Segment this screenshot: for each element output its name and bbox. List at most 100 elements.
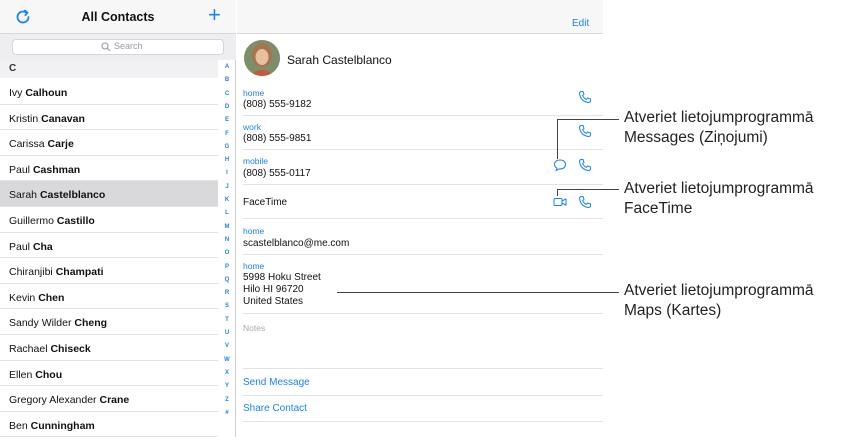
index-letter[interactable]: # xyxy=(219,410,235,416)
notes-field[interactable]: Notes xyxy=(243,323,265,333)
contact-name-label: Kristin Canavan xyxy=(9,113,85,125)
facetime-leader-line xyxy=(557,189,558,196)
index-letter[interactable]: U xyxy=(219,330,235,336)
phone-mobile-number[interactable]: (808) 555-0117 xyxy=(243,168,311,179)
contact-name-label: Kevin Chen xyxy=(9,292,64,304)
index-letter[interactable]: J xyxy=(219,184,235,190)
index-letter[interactable]: T xyxy=(219,317,235,323)
contact-row[interactable]: Ivy Calhoun xyxy=(0,79,218,105)
email-value[interactable]: scastelblanco@me.com xyxy=(243,238,349,249)
contact-row[interactable]: Carissa Carje xyxy=(0,130,218,156)
search-input[interactable]: Search xyxy=(12,39,224,55)
contact-last-name: Canavan xyxy=(41,112,85,125)
index-letter[interactable]: O xyxy=(219,250,235,256)
contact-row[interactable]: Ellen Chou xyxy=(0,361,218,387)
index-letter[interactable]: R xyxy=(219,290,235,296)
add-icon[interactable]: + xyxy=(208,4,221,26)
contact-last-name: Cheng xyxy=(74,317,108,330)
contact-name-label: Ellen Chou xyxy=(9,369,62,381)
phone-icon[interactable] xyxy=(578,124,592,138)
divider xyxy=(243,368,603,369)
contact-row[interactable]: Sandy Wilder Cheng xyxy=(0,309,218,335)
detail-nav-bar: Edit xyxy=(237,0,603,34)
contact-first-name: Kristin xyxy=(9,112,39,125)
contact-row[interactable]: Rachael Chiseck xyxy=(0,335,218,361)
index-letter[interactable]: Z xyxy=(219,397,235,403)
maps-leader-line xyxy=(337,292,619,293)
phone-work-number[interactable]: (808) 555-9851 xyxy=(243,133,311,144)
contact-row[interactable]: Paul Cha xyxy=(0,233,218,259)
index-letter[interactable]: L xyxy=(219,210,235,216)
email-label: home xyxy=(243,226,265,236)
index-letter[interactable]: N xyxy=(219,237,235,243)
contact-first-name: Paul xyxy=(9,163,31,176)
contacts-list-pane: All Contacts + Search C Ivy Calhoun Krist… xyxy=(0,0,236,437)
index-letter[interactable]: I xyxy=(219,170,235,176)
contact-first-name: Kevin xyxy=(9,291,36,304)
address-line2[interactable]: Hilo HI 96720 xyxy=(243,284,304,295)
contact-row[interactable]: Chiranjibi Champati xyxy=(0,258,218,284)
edit-button[interactable]: Edit xyxy=(572,18,589,29)
message-icon[interactable] xyxy=(553,158,567,172)
contact-last-name: Cunningham xyxy=(30,419,95,432)
index-letter[interactable]: S xyxy=(219,303,235,309)
index-letter[interactable]: A xyxy=(219,64,235,70)
ipad-screen: All Contacts + Search C Ivy Calhoun Krist… xyxy=(0,0,603,437)
address-line1[interactable]: 5998 Hoku Street xyxy=(243,272,321,283)
index-letter[interactable]: Q xyxy=(219,277,235,283)
contact-name-label: Paul Cashman xyxy=(9,164,80,176)
divider xyxy=(243,313,603,314)
contact-detail-pane: Edit Sarah Castelblanco home (808) 555-9… xyxy=(237,0,603,437)
contact-name-label: Gregory Alexander Crane xyxy=(9,394,129,406)
phone-icon[interactable] xyxy=(578,158,592,172)
phone-icon[interactable] xyxy=(578,195,592,209)
contact-name-label: Chiranjibi Champati xyxy=(9,266,104,278)
contact-name: Sarah Castelblanco xyxy=(287,53,392,67)
contact-name-label: Ivy Calhoun xyxy=(9,87,67,99)
facetime-leader-line xyxy=(557,189,619,190)
phone-icon[interactable] xyxy=(578,90,592,104)
contact-row[interactable]: Sarah Castelblanco xyxy=(0,181,218,207)
send-message-button[interactable]: Send Message xyxy=(243,377,310,388)
contact-first-name: Rachael xyxy=(9,343,48,355)
index-letter[interactable]: D xyxy=(219,104,235,110)
avatar-photo-icon xyxy=(244,40,280,76)
avatar xyxy=(244,40,280,76)
index-letter[interactable]: K xyxy=(219,197,235,203)
index-letter[interactable]: V xyxy=(219,343,235,349)
search-placeholder: Search xyxy=(114,41,143,51)
contact-first-name: Sandy Wilder xyxy=(9,317,72,330)
index-letter[interactable]: X xyxy=(219,370,235,376)
facetime-callout: Atveriet lietojumprogrammā FaceTime xyxy=(624,179,814,219)
index-letter[interactable]: H xyxy=(219,157,235,163)
contact-last-name: Calhoun xyxy=(25,87,68,99)
contact-row[interactable]: Kevin Chen xyxy=(0,284,218,310)
index-letter[interactable]: Y xyxy=(219,383,235,389)
contact-first-name: Paul xyxy=(9,240,31,253)
index-letter[interactable]: P xyxy=(219,264,235,270)
contact-first-name: Ivy xyxy=(9,87,23,99)
divider xyxy=(243,254,603,255)
index-letter[interactable]: F xyxy=(219,131,235,137)
video-icon[interactable] xyxy=(553,195,567,209)
index-letter[interactable]: B xyxy=(219,77,235,83)
callout-line: Messages (Ziņojumi) xyxy=(624,129,768,146)
address-label: home xyxy=(243,261,265,271)
index-letter[interactable]: M xyxy=(219,224,235,230)
contact-row[interactable]: Paul Cashman xyxy=(0,156,218,182)
contact-row[interactable]: Gregory Alexander Crane xyxy=(0,386,218,412)
share-contact-button[interactable]: Share Contact xyxy=(243,403,307,414)
callout-line: Atveriet lietojumprogrammā xyxy=(624,180,814,197)
phone-home-number[interactable]: (808) 555-9182 xyxy=(243,99,311,110)
index-letter[interactable]: C xyxy=(219,91,235,97)
index-letter[interactable]: E xyxy=(219,117,235,123)
contact-last-name: Cha xyxy=(32,240,53,253)
contact-row[interactable]: Guillermo Castillo xyxy=(0,207,218,233)
index-letter[interactable]: G xyxy=(219,144,235,150)
contact-row[interactable]: Ben Cunningham xyxy=(0,412,218,437)
contact-row[interactable]: Kristin Canavan xyxy=(0,105,218,131)
contact-name-label: Carissa Carje xyxy=(9,138,74,150)
alphabet-index[interactable]: A B C D E F G H I J K L M N O P Q R S T U V W X Y Z # xyxy=(219,64,235,437)
index-letter[interactable]: W xyxy=(219,357,235,363)
address-line3[interactable]: United States xyxy=(243,296,303,307)
